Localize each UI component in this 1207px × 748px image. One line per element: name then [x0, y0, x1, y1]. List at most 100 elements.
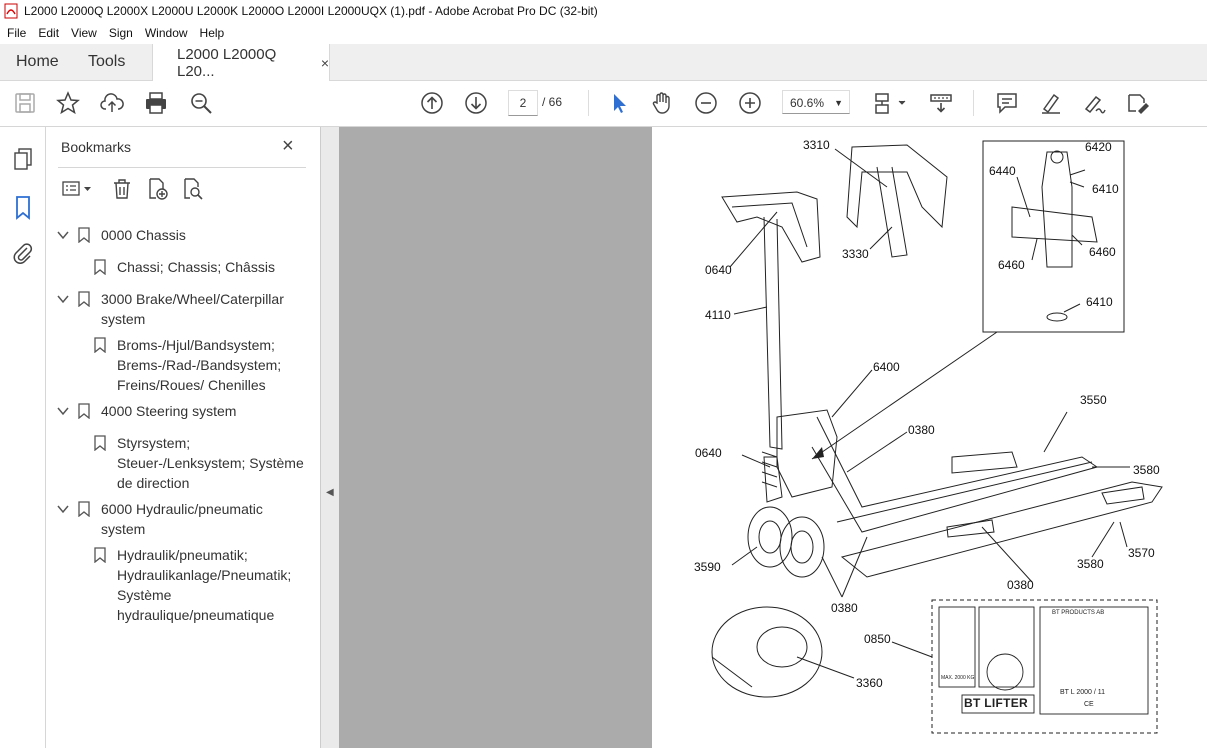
- part-label: 3580: [1077, 557, 1104, 571]
- part-label: 6440: [989, 164, 1016, 178]
- menu-help[interactable]: Help: [200, 26, 225, 40]
- bookmark-icon: [78, 227, 90, 243]
- bookmark-label: 3000 Brake/Wheel/Caterpillar system: [101, 291, 284, 327]
- comment-icon[interactable]: [995, 91, 1019, 115]
- delete-icon[interactable]: [110, 177, 134, 201]
- tab-tools-label: Tools: [88, 53, 126, 70]
- previous-page-icon[interactable]: [420, 91, 444, 115]
- tab-home-label: Home: [16, 53, 59, 70]
- tab-home[interactable]: Home: [16, 44, 59, 80]
- sign-icon[interactable]: [1082, 91, 1106, 115]
- document-canvas[interactable]: [339, 127, 652, 748]
- window-title: L2000 L2000Q L2000X L2000U L2000K L2000O…: [24, 4, 598, 18]
- part-label: 3550: [1080, 393, 1107, 407]
- zoom-select[interactable]: 60.6% ▼: [782, 90, 850, 114]
- part-label: 6460: [998, 258, 1025, 272]
- bookmark-toolbar: [58, 177, 308, 203]
- bookmark-label: Broms-/Hjul/Bandsystem; Brems-/Rad-/Band…: [117, 337, 282, 393]
- toolbar: [0, 81, 1207, 127]
- nameplate-company: BT PRODUCTS AB: [1052, 610, 1105, 616]
- panel-collapse-handle[interactable]: ◀: [321, 127, 339, 748]
- save-icon[interactable]: [13, 91, 37, 115]
- tab-document[interactable]: L2000 L2000Q L20... ×: [152, 44, 330, 81]
- new-bookmark-icon[interactable]: [145, 177, 169, 201]
- bookmark-label: Hydraulik/pneumatik; Hydraulikanlage/Pne…: [117, 547, 292, 623]
- tab-bar: Home Tools L2000 L2000Q L20... ×: [0, 44, 1207, 81]
- menu-sign[interactable]: Sign: [109, 26, 133, 40]
- upload-icon[interactable]: [100, 91, 124, 115]
- close-icon[interactable]: ×: [282, 135, 294, 158]
- chevron-down-icon[interactable]: [57, 405, 69, 417]
- bookmark-icon: [78, 291, 90, 307]
- part-label: 0640: [695, 446, 722, 460]
- bookmark-icon: [94, 259, 106, 275]
- search-zoom-icon[interactable]: [189, 91, 213, 115]
- part-label: 6420: [1085, 140, 1112, 154]
- chevron-down-icon: ▼: [834, 98, 843, 108]
- part-label: 0380: [1007, 578, 1034, 592]
- nameplate-ce: CE: [1084, 701, 1094, 708]
- search-bookmark-icon[interactable]: [180, 177, 204, 201]
- bookmarks-panel: Bookmarks × 0000 Chassis Chassi; Chassis…: [46, 127, 321, 748]
- bookmark-label: 4000 Steering system: [101, 403, 237, 419]
- part-label: 0380: [831, 601, 858, 615]
- chevron-down-icon[interactable]: [57, 229, 69, 241]
- print-icon[interactable]: [144, 91, 168, 115]
- part-label: 6460: [1089, 245, 1116, 259]
- bookmark-icon: [94, 435, 106, 451]
- part-label: 3570: [1128, 546, 1155, 560]
- title-bar: L2000 L2000Q L2000X L2000U L2000K L2000O…: [0, 0, 1207, 22]
- bookmarks-panel-icon[interactable]: [11, 195, 35, 221]
- pallet-truck-drawing: [711, 140, 1163, 734]
- nameplate-brand: BT LIFTER: [964, 696, 1029, 710]
- bookmark-icon: [78, 403, 90, 419]
- part-label: 4110: [705, 308, 731, 322]
- zoom-value: 60.6%: [790, 96, 825, 110]
- toolbar-divider: [588, 90, 589, 116]
- part-label: 0850: [864, 632, 891, 646]
- next-page-icon[interactable]: [464, 91, 488, 115]
- menu-edit[interactable]: Edit: [38, 26, 59, 40]
- page-number-input[interactable]: 2: [508, 90, 538, 116]
- options-icon[interactable]: [60, 177, 96, 201]
- bookmark-label: 0000 Chassis: [101, 227, 186, 243]
- close-tab-icon[interactable]: ×: [321, 55, 329, 71]
- part-label: 0380: [908, 423, 935, 437]
- redact-icon[interactable]: [1126, 91, 1150, 115]
- tab-tools[interactable]: Tools: [88, 44, 125, 80]
- part-label: 3310: [803, 138, 830, 152]
- attachment-icon[interactable]: [11, 241, 35, 265]
- bookmark-star-icon[interactable]: [56, 91, 80, 115]
- part-label: 3590: [694, 560, 721, 574]
- chevron-down-icon[interactable]: [57, 503, 69, 515]
- hand-icon[interactable]: [650, 91, 674, 115]
- pages-thumbnail-icon[interactable]: [11, 147, 35, 171]
- zoom-out-icon[interactable]: [694, 91, 718, 115]
- bookmark-label: 6000 Hydraulic/pneumatic system: [101, 501, 263, 537]
- bookmark-label: Styrsystem; Steuer-/Lenksystem; Système …: [117, 435, 304, 491]
- keyboard-icon[interactable]: [929, 91, 953, 115]
- menu-bar: File Edit View Sign Window Help: [0, 22, 1207, 44]
- part-label: 6400: [873, 360, 900, 374]
- bookmark-icon: [94, 337, 106, 353]
- nameplate-max: MAX. 2000 KG: [941, 675, 975, 681]
- page-total: / 66: [542, 95, 563, 109]
- divider: [58, 167, 306, 168]
- pdf-page[interactable]: 3310 3330 0640 4110 6420 6440 6410 6460 …: [652, 127, 1207, 748]
- page-fit-icon[interactable]: [873, 91, 907, 115]
- part-label: 6410: [1092, 182, 1119, 196]
- bookmark-label: Chassi; Chassis; Châssis: [117, 259, 275, 275]
- highlight-icon[interactable]: [1039, 91, 1063, 115]
- chevron-left-icon[interactable]: ◀: [326, 487, 334, 498]
- menu-window[interactable]: Window: [145, 26, 188, 40]
- bookmark-icon: [78, 501, 90, 517]
- menu-file[interactable]: File: [7, 26, 26, 40]
- part-label: 0640: [705, 263, 732, 277]
- part-label: 3360: [856, 676, 883, 690]
- part-label: 6410: [1086, 295, 1113, 309]
- select-arrow-icon[interactable]: [607, 91, 631, 115]
- chevron-down-icon[interactable]: [57, 293, 69, 305]
- menu-view[interactable]: View: [71, 26, 97, 40]
- nameplate-model: BT L 2000 / 11: [1060, 689, 1106, 696]
- zoom-in-icon[interactable]: [738, 91, 762, 115]
